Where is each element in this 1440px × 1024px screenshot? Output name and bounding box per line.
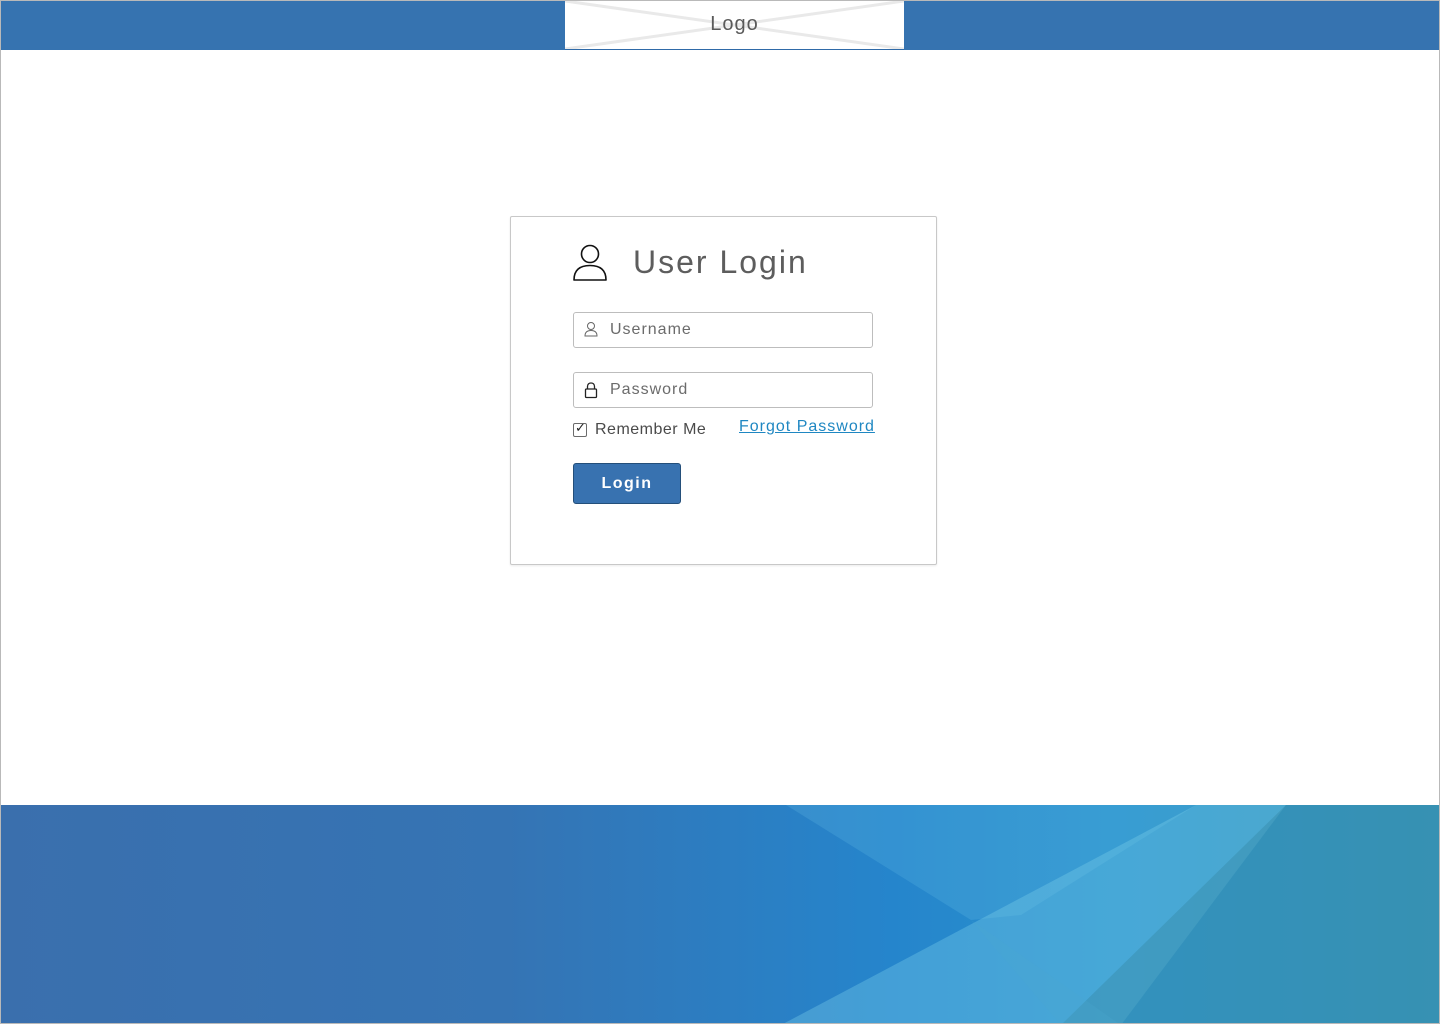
- username-input[interactable]: [610, 313, 860, 347]
- username-field-wrapper: [573, 312, 873, 348]
- password-input[interactable]: [610, 373, 860, 407]
- user-icon: [573, 244, 607, 281]
- checkmark-icon: ✓: [575, 421, 586, 436]
- page-title: User Login: [633, 244, 808, 280]
- header-bar: Logo: [1, 1, 1439, 50]
- footer-decoration: [784, 805, 1439, 1023]
- remember-me: ✓ Remember Me: [573, 420, 706, 440]
- forgot-password-link[interactable]: Forgot Password: [739, 418, 875, 436]
- logo: Logo: [565, 1, 904, 50]
- login-page: Logo User Login ✓ Remember: [0, 0, 1440, 1024]
- login-button[interactable]: Login: [573, 463, 681, 504]
- logo-text: Logo: [710, 13, 759, 35]
- lock-icon: [584, 382, 598, 399]
- password-field-wrapper: [573, 372, 873, 408]
- remember-me-checkbox[interactable]: ✓: [573, 421, 587, 437]
- user-icon: [584, 322, 598, 337]
- footer-banner: [1, 805, 1439, 1023]
- remember-me-label: Remember Me: [595, 421, 707, 438]
- login-card: User Login ✓ Remember Me Forgot Password…: [510, 216, 937, 565]
